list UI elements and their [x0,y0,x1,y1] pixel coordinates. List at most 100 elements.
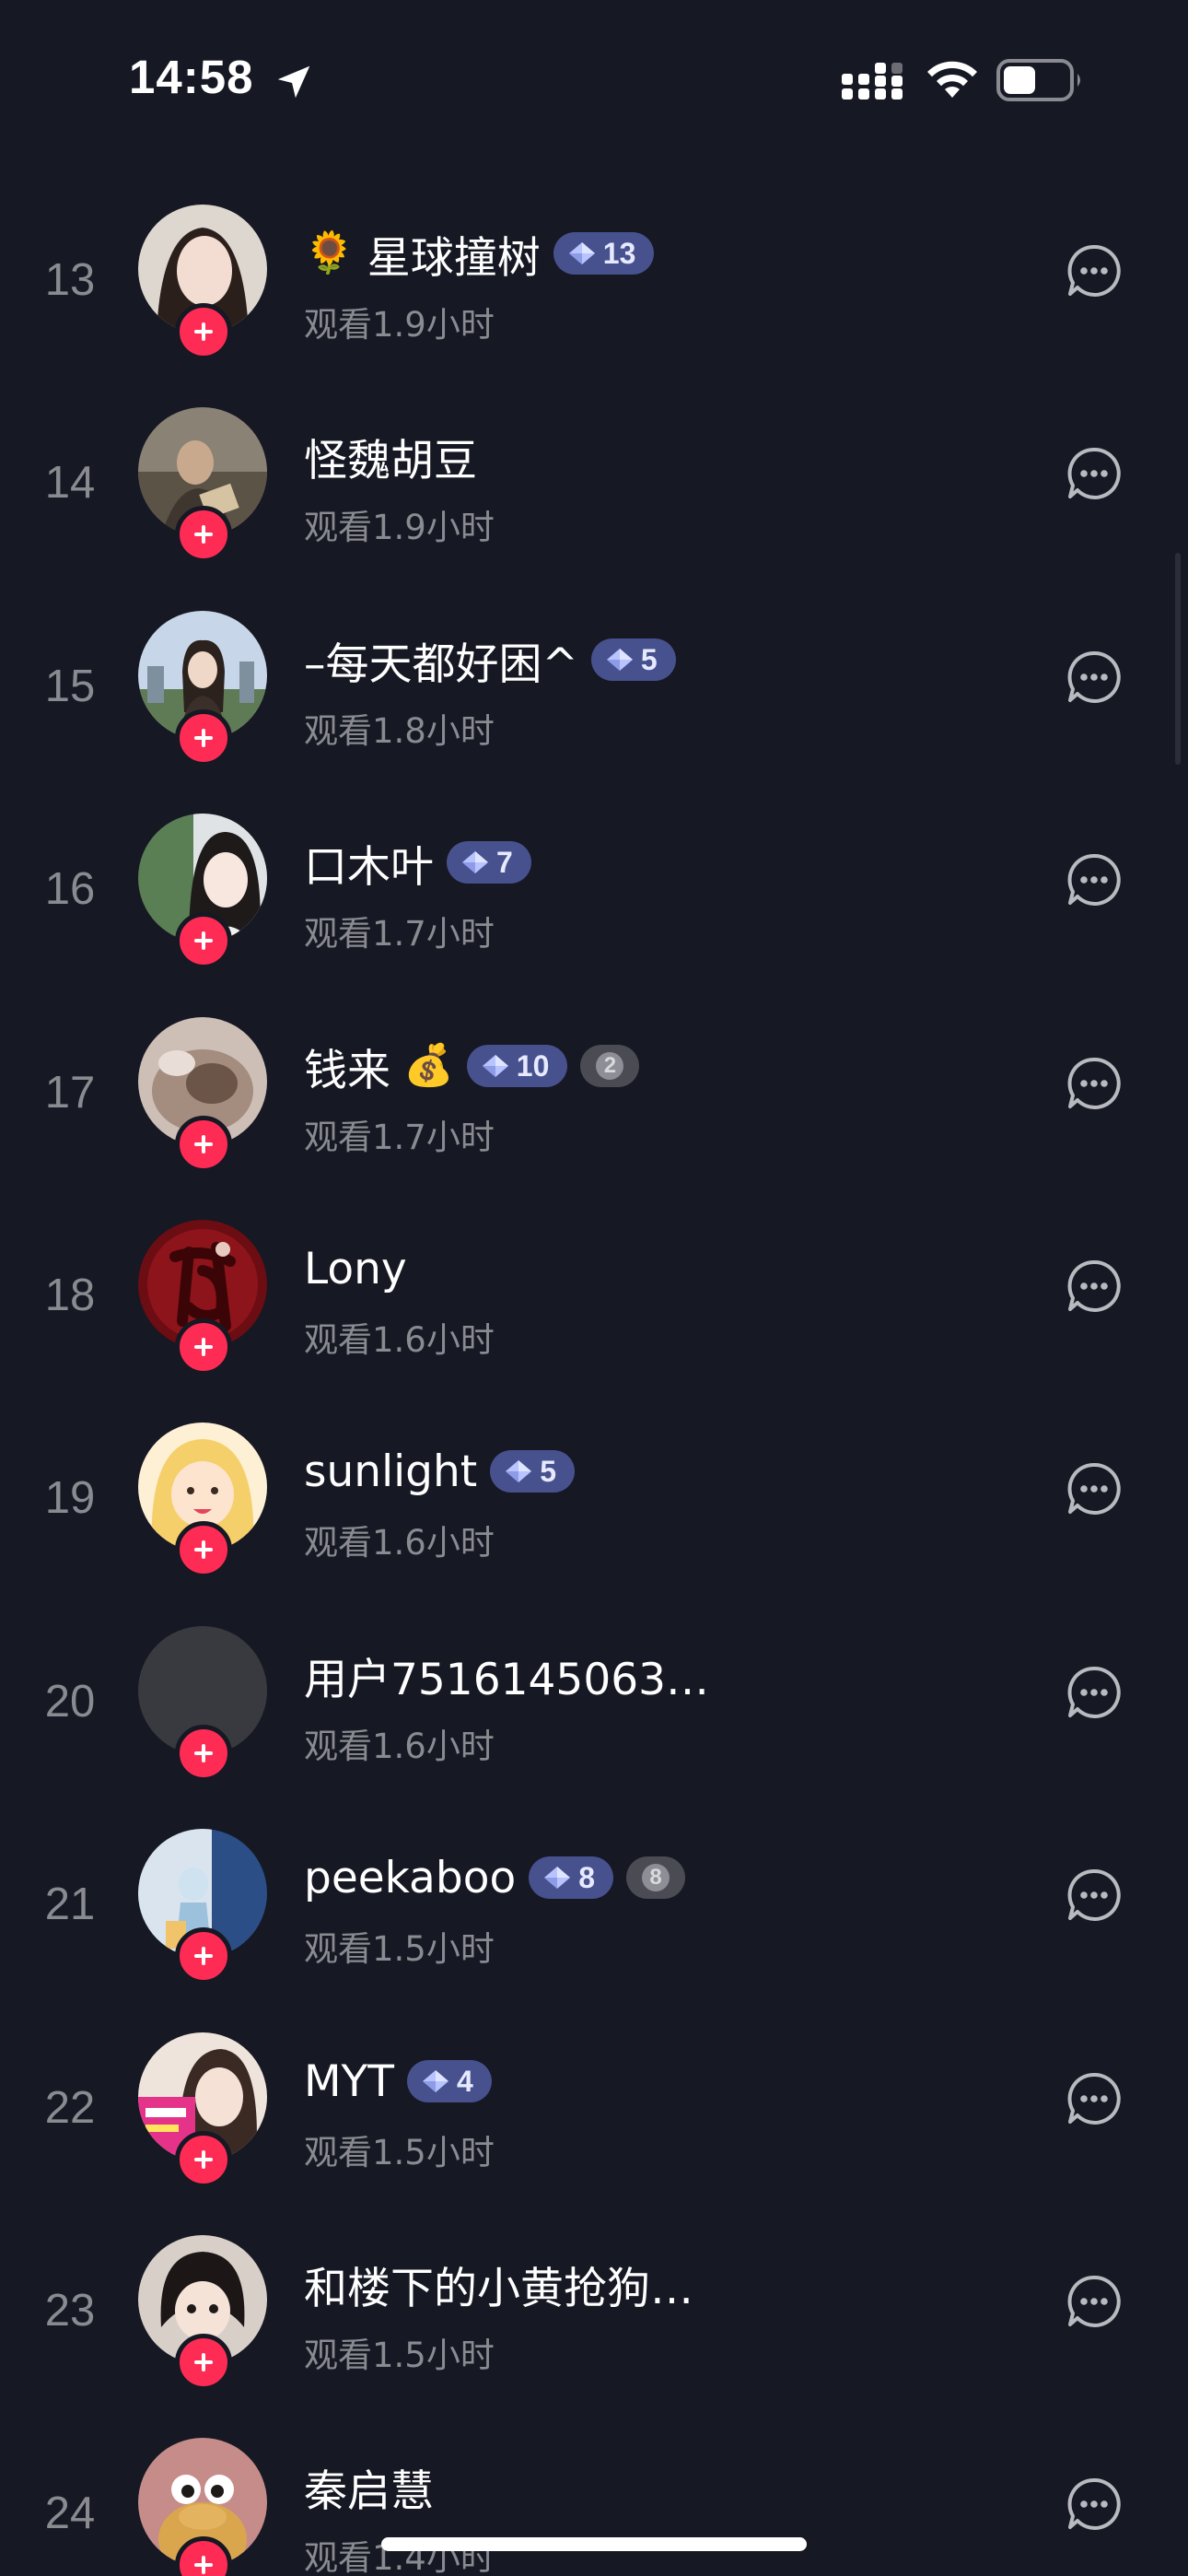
rank-number: 21 [44,1879,96,1929]
fan-level: 5 [540,1454,557,1488]
viewer-row[interactable]: 24 秦启慧 观看1.4小时 [0,2438,1188,2576]
viewer-row[interactable]: 15 –每天都好困^ 5 观看1.8小时 [0,611,1188,814]
message-bubble-icon[interactable] [1065,1866,1124,1925]
diamond-icon [606,649,633,671]
name-line: 秦启慧 [304,2458,434,2517]
rank-number: 20 [44,1677,96,1727]
name-line: 怪魏胡豆 [304,425,477,488]
follow-plus-button[interactable] [175,709,232,767]
name-emoji: 🌻 [304,229,355,276]
name-line: Lony [304,1240,407,1297]
rank-number: 15 [44,662,96,711]
follow-plus-button[interactable] [175,506,232,563]
viewer-row[interactable]: 20 用户7516145063… 观看1.6小时 [0,1626,1188,1829]
shield-level: 2 [596,1052,624,1080]
rank-number: 22 [44,2083,96,2133]
follow-plus-button[interactable] [175,303,232,360]
shield-level: 8 [642,1864,670,1891]
watch-duration: 观看1.9小时 [304,305,495,345]
message-bubble-icon[interactable] [1065,1054,1124,1113]
viewer-name[interactable]: 用户7516145063… [304,1644,709,1707]
fan-level: 5 [640,642,658,676]
viewer-row[interactable]: 13 🌻 星球撞树 13 观看1.9小时 [0,205,1188,407]
message-bubble-icon[interactable] [1065,2272,1124,2331]
rank-number: 17 [44,1068,96,1118]
message-bubble-icon[interactable] [1065,1459,1124,1518]
message-bubble-icon[interactable] [1065,648,1124,707]
name-line: peekaboo 8 8 [304,1849,686,1906]
fan-level: 8 [578,1860,596,1894]
follow-plus-button[interactable] [175,1318,232,1376]
message-bubble-icon[interactable] [1065,2475,1124,2534]
rank-number: 16 [44,864,96,914]
viewer-name[interactable]: 秦启慧 [304,2455,434,2519]
name-line: sunlight 5 [304,1443,576,1500]
follow-plus-button[interactable] [175,2131,232,2188]
viewer-row[interactable]: 19 sunlight 5 观看1.6小时 [0,1423,1188,1625]
diamond-icon [482,1055,508,1077]
shield-level-badge: 8 [626,1856,686,1899]
follow-plus-button[interactable] [175,1725,232,1782]
name-emoji: 💰 [403,1042,454,1089]
viewer-list: 13 🌻 星球撞树 13 观看1.9小时 14 怪魏胡豆 观看1.9小时 15 –每天都好困^ 5 观… [0,0,1188,2576]
viewer-row[interactable]: 21 peekaboo 8 8 观看1.5小时 [0,1829,1188,2032]
watch-duration: 观看1.6小时 [304,1727,495,1766]
home-indicator[interactable] [381,2537,807,2551]
viewer-name[interactable]: peekaboo [304,1853,516,1903]
name-line: 🌻 星球撞树 13 [304,225,655,284]
watch-duration: 观看1.5小时 [304,2133,495,2172]
watch-duration: 观看1.6小时 [304,1320,495,1360]
name-line: 口木叶 7 [304,834,531,893]
fan-level-badge: 8 [529,1856,614,1899]
follow-plus-button[interactable] [175,1927,232,1985]
viewer-ranking-screen: 14:58 13 🌻 星球撞树 13 观看1.9小时 14 怪魏胡豆 观看1.9小 [0,0,1188,2576]
viewer-name[interactable]: 星球撞树 [367,222,541,286]
viewer-name[interactable]: –每天都好困^ [304,628,578,692]
watch-duration: 观看1.5小时 [304,1929,495,1969]
viewer-row[interactable]: 23 和楼下的小黄抢狗… 观看1.5小时 [0,2235,1188,2438]
follow-plus-button[interactable] [175,1521,232,1578]
viewer-row[interactable]: 22 MYT 4 观看1.5小时 [0,2032,1188,2235]
name-line: 钱来 💰 10 2 [304,1035,640,1098]
viewer-name[interactable]: MYT [304,2056,394,2107]
viewer-name[interactable]: 口木叶 [304,831,434,895]
name-line: MYT 4 [304,2053,492,2110]
follow-plus-button[interactable] [175,1116,232,1173]
message-bubble-icon[interactable] [1065,444,1124,503]
message-bubble-icon[interactable] [1065,1663,1124,1722]
viewer-name[interactable]: 钱来 [304,1035,390,1098]
viewer-name[interactable]: 和楼下的小黄抢狗… [304,2253,693,2316]
follow-plus-button[interactable] [175,2334,232,2391]
diamond-icon [544,1867,571,1889]
watch-duration: 观看1.7小时 [304,914,495,954]
watch-duration: 观看1.8小时 [304,711,495,751]
watch-duration: 观看1.6小时 [304,1523,495,1563]
name-line: –每天都好困^ 5 [304,631,676,690]
fan-level-badge: 5 [490,1450,576,1493]
watch-duration: 观看1.9小时 [304,508,495,547]
viewer-name[interactable]: 怪魏胡豆 [304,425,477,488]
scrollbar[interactable] [1175,553,1181,765]
message-bubble-icon[interactable] [1065,850,1124,909]
fan-level-badge: 5 [590,638,676,681]
rank-number: 13 [44,255,96,305]
message-bubble-icon[interactable] [1065,241,1124,300]
shield-level-badge: 2 [580,1045,640,1087]
viewer-name[interactable]: Lony [304,1244,407,1294]
follow-plus-button[interactable] [175,912,232,969]
rank-number: 24 [44,2488,96,2538]
viewer-row[interactable]: 18 Lony 观看1.6小时 [0,1220,1188,1423]
fan-level-badge: 4 [406,2060,492,2102]
viewer-row[interactable]: 17 钱来 💰 10 2 观看1.7小时 [0,1017,1188,1220]
viewer-row[interactable]: 16 口木叶 7 观看1.7小时 [0,814,1188,1016]
diamond-icon [568,242,595,264]
name-line: 和楼下的小黄抢狗… [304,2253,693,2316]
fan-level: 4 [456,2064,473,2098]
rank-number: 23 [44,2286,96,2336]
viewer-row[interactable]: 14 怪魏胡豆 观看1.9小时 [0,407,1188,610]
message-bubble-icon[interactable] [1065,1257,1124,1316]
viewer-name[interactable]: sunlight [304,1446,477,1497]
fan-level: 7 [496,845,513,879]
message-bubble-icon[interactable] [1065,2069,1124,2128]
name-line: 用户7516145063… [304,1644,709,1707]
